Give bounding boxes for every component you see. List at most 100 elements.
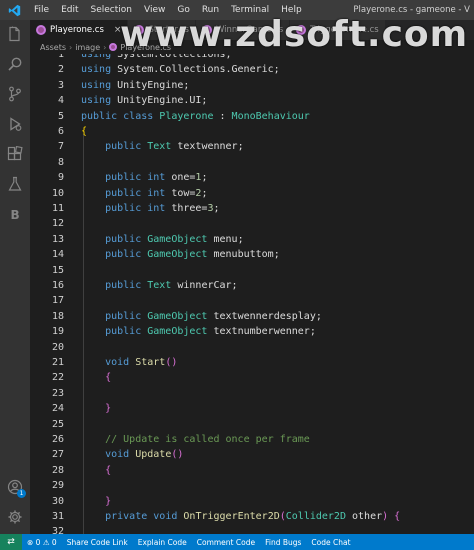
code-token: int xyxy=(147,187,166,199)
account-badge: 1 xyxy=(17,489,26,498)
settings-gear-icon[interactable] xyxy=(5,507,25,527)
code-token: () xyxy=(165,357,178,368)
code-token: System.Collections.Generic; xyxy=(111,64,280,76)
code-line[interactable]: void Start() xyxy=(81,355,177,370)
code-line[interactable]: using UnityEngine.UI; xyxy=(81,93,207,108)
line-number: 7 xyxy=(57,141,64,153)
code-line[interactable]: public class Playerone : MonoBehaviour xyxy=(81,109,310,124)
code-line[interactable]: using System.Collections; xyxy=(81,54,232,62)
menu-item-edit[interactable]: Edit xyxy=(55,5,84,15)
code-line[interactable]: public GameObject textnumberwenner; xyxy=(81,324,316,339)
svg-text:B: B xyxy=(11,208,20,222)
code-line[interactable]: { xyxy=(81,463,111,478)
code-line[interactable]: public Text textwenner; xyxy=(81,139,244,154)
code-token: Playerone xyxy=(159,110,214,122)
code-line[interactable]: using System.Collections.Generic; xyxy=(81,62,280,77)
code-token: private xyxy=(105,511,148,522)
code-line[interactable]: public int one=1; xyxy=(81,170,207,185)
line-number: 25 xyxy=(51,418,64,430)
line-number: 2 xyxy=(57,64,64,76)
code-line[interactable]: private void OnTriggerEnter2D(Collider2D… xyxy=(81,509,400,524)
code-token: int xyxy=(147,172,166,184)
chevron-right-icon: › xyxy=(103,42,107,52)
line-number-gutter: 1 2 3 4 5 6 7 8 9 10 11 12 13 14 15 16 17 18 19 20 21 22 23 24 2… xyxy=(30,54,64,534)
testing-flask-icon[interactable] xyxy=(5,174,25,194)
line-number: 4 xyxy=(57,95,64,107)
line-number: 14 xyxy=(51,249,64,261)
line-number: 15 xyxy=(51,264,64,276)
code-area[interactable]: using System.Collections; using System.Co… xyxy=(81,54,471,534)
code-token: Text xyxy=(147,280,172,291)
code-line[interactable]: public int tow=2; xyxy=(81,186,207,201)
line-number: 3 xyxy=(57,79,64,91)
tab-0[interactable]: Playerone.cs × xyxy=(30,20,129,40)
code-line[interactable]: using UnityEngine; xyxy=(81,78,189,93)
search-icon[interactable] xyxy=(5,54,25,74)
line-number: 20 xyxy=(51,341,64,353)
extensions-icon[interactable] xyxy=(5,144,25,164)
line-number: 21 xyxy=(51,357,64,368)
code-token: GameObject xyxy=(147,249,208,261)
code-token: } xyxy=(105,495,112,507)
code-token: public xyxy=(105,310,142,322)
code-token: class xyxy=(123,110,154,122)
line-number: 13 xyxy=(51,233,64,245)
code-line[interactable]: public GameObject menubuttom; xyxy=(81,247,280,262)
code-token: void xyxy=(105,357,130,368)
code-token: public xyxy=(105,280,142,291)
line-number: 5 xyxy=(57,110,64,122)
line-number: 32 xyxy=(51,526,64,534)
code-line[interactable]: { xyxy=(81,124,87,139)
code-line[interactable]: void Update() xyxy=(81,447,183,462)
code-token: void xyxy=(153,511,178,522)
status-item-explain-code[interactable]: Explain Code xyxy=(133,538,192,547)
code-token: one= xyxy=(165,172,196,184)
code-token: { xyxy=(105,464,112,476)
code-token: public xyxy=(105,187,142,199)
menu-item-file[interactable]: File xyxy=(28,5,55,15)
code-token: Start xyxy=(135,357,166,368)
status-item-comment-code[interactable]: Comment Code xyxy=(192,538,260,547)
bito-icon[interactable]: B xyxy=(5,204,25,224)
code-line[interactable]: public Text winnerCar; xyxy=(81,278,237,293)
explorer-icon[interactable] xyxy=(5,24,25,44)
line-number: 12 xyxy=(51,218,64,230)
code-line[interactable]: public int three=3; xyxy=(81,201,219,216)
breadcrumb-item[interactable]: image xyxy=(75,43,100,52)
status-item-find-bugs[interactable]: Find Bugs xyxy=(260,538,306,547)
code-line[interactable]: } xyxy=(81,494,111,509)
code-editor[interactable]: 1 2 3 4 5 6 7 8 9 10 11 12 13 14 15 16 17 18 19 20 21 22 23 24 2… xyxy=(30,54,474,534)
code-line[interactable]: // Update is called once per frame xyxy=(81,432,310,447)
code-token: GameObject xyxy=(147,310,208,322)
code-token: { xyxy=(81,126,88,137)
run-debug-icon[interactable] xyxy=(5,114,25,134)
code-token: public xyxy=(105,141,142,153)
account-icon[interactable]: 1 xyxy=(5,477,26,498)
breadcrumb-item[interactable]: Assets xyxy=(40,43,66,52)
problems-counter[interactable]: ⊗ 0 ⚠ 0 xyxy=(22,538,62,547)
code-token: menubuttom; xyxy=(207,249,280,261)
code-token: Text xyxy=(147,141,172,153)
status-item-code-chat[interactable]: Code Chat xyxy=(306,538,355,547)
code-line[interactable]: public GameObject textwennerdesplay; xyxy=(81,309,322,324)
code-token: { xyxy=(394,511,401,522)
code-line[interactable]: public GameObject menu; xyxy=(81,232,244,247)
code-token: using xyxy=(81,79,112,91)
line-number: 16 xyxy=(51,280,64,291)
code-token: GameObject xyxy=(147,233,208,245)
code-line[interactable]: { xyxy=(81,370,111,385)
remote-indicator-icon[interactable]: ⇄ xyxy=(0,534,22,550)
watermark: www.zdsoft.com xyxy=(120,14,469,55)
code-token: Update xyxy=(135,449,172,461)
code-token: // Update is called once per frame xyxy=(105,434,310,445)
code-line[interactable]: } xyxy=(81,401,111,416)
status-item-share-code-link[interactable]: Share Code Link xyxy=(62,538,133,547)
source-control-icon[interactable] xyxy=(5,84,25,104)
